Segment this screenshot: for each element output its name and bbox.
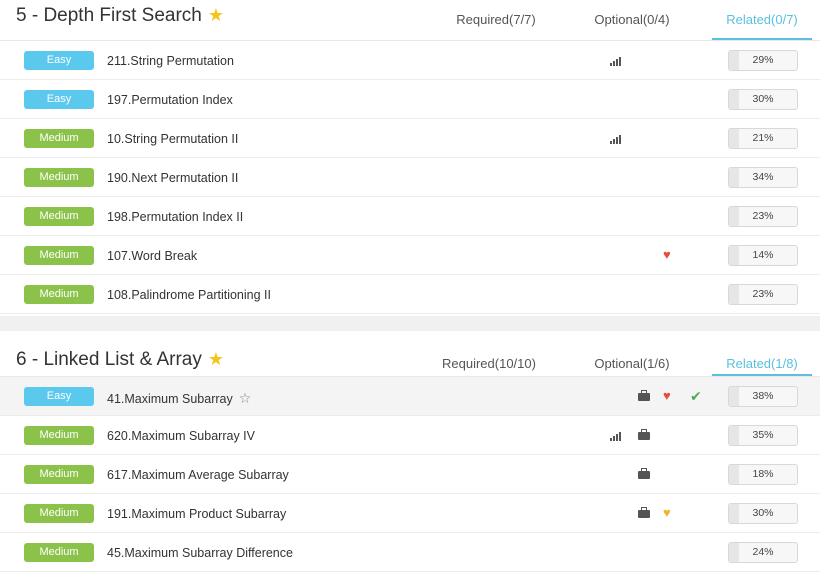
difficulty-badge: Medium <box>24 465 94 484</box>
pass-rate-bar: 34% <box>728 167 798 188</box>
pass-rate-bar: 29% <box>728 50 798 71</box>
pass-rate: 21% <box>752 132 774 144</box>
problem-name[interactable]: 108.Palindrome Partitioning II <box>107 288 271 302</box>
star-icon: ★ <box>207 349 225 369</box>
pass-rate-bar: 21% <box>728 128 798 149</box>
flame-icon: ♥ <box>663 247 671 262</box>
problem-name[interactable]: 191.Maximum Product Subarray <box>107 507 286 521</box>
section-linked-list-array: 6 - Linked List & Array ★ Required(10/10)… <box>0 331 820 579</box>
pass-rate-bar: 35% <box>728 425 798 446</box>
problem-name[interactable]: 10.String Permutation II <box>107 132 238 146</box>
difficulty-badge: Easy <box>24 51 94 70</box>
section-title-text: 6 - Linked List & Array <box>16 349 202 370</box>
pass-rate: 23% <box>752 288 774 300</box>
tab-optional[interactable]: Optional(1/6) <box>577 356 687 371</box>
problem-name-text[interactable]: 41.Maximum Subarray <box>107 392 233 406</box>
problem-row[interactable]: Easy 41.Maximum Subarray ☆ ♥ ✔ 38% <box>0 377 820 416</box>
signal-bars-icon <box>610 56 621 66</box>
difficulty-badge: Medium <box>24 426 94 445</box>
problem-row[interactable]: Medium 10.String Permutation II 21% <box>0 119 820 158</box>
signal-bars-icon <box>610 134 621 144</box>
problem-row[interactable]: Medium 617.Maximum Average Subarray 18% <box>0 455 820 494</box>
tab-required[interactable]: Required(7/7) <box>441 12 551 27</box>
problem-row[interactable]: Medium 190.Next Permutation II 34% <box>0 158 820 197</box>
briefcase-icon <box>638 468 650 479</box>
problem-row[interactable]: Medium 191.Maximum Product Subarray ♥ 30… <box>0 494 820 533</box>
tab-related[interactable]: Related(1/8) <box>707 356 817 371</box>
problem-name[interactable]: 190.Next Permutation II <box>107 171 238 185</box>
section-depth-first-search: 5 - Depth First Search ★ Required(7/7) Op… <box>0 0 820 316</box>
problem-row[interactable]: Medium 108.Palindrome Partitioning II 23… <box>0 275 820 314</box>
problem-row[interactable]: Easy 197.Permutation Index 30% <box>0 80 820 119</box>
pass-rate-bar: 23% <box>728 206 798 227</box>
difficulty-badge: Medium <box>24 246 94 265</box>
active-tab-indicator <box>712 38 812 40</box>
pass-rate: 38% <box>752 390 774 402</box>
difficulty-badge: Medium <box>24 285 94 304</box>
checkmark-icon: ✔ <box>690 388 702 404</box>
briefcase-icon <box>638 390 650 401</box>
problem-name[interactable]: 45.Maximum Subarray Difference <box>107 546 293 560</box>
pass-rate: 30% <box>752 93 774 105</box>
pass-rate: 14% <box>752 249 774 261</box>
pass-rate: 35% <box>752 429 774 441</box>
tab-related[interactable]: Related(0/7) <box>707 12 817 27</box>
problem-name[interactable]: 41.Maximum Subarray ☆ <box>107 390 251 407</box>
pass-rate-bar: 23% <box>728 284 798 305</box>
problem-name[interactable]: 211.String Permutation <box>107 54 234 68</box>
pass-rate: 18% <box>752 468 774 480</box>
tab-optional[interactable]: Optional(0/4) <box>577 12 687 27</box>
difficulty-badge: Easy <box>24 90 94 109</box>
difficulty-badge: Medium <box>24 168 94 187</box>
pass-rate-bar: 30% <box>728 503 798 524</box>
pass-rate: 24% <box>752 546 774 558</box>
pass-rate-bar: 30% <box>728 89 798 110</box>
problem-name[interactable]: 617.Maximum Average Subarray <box>107 468 289 482</box>
star-outline-icon[interactable]: ☆ <box>239 390 252 406</box>
section-title: 6 - Linked List & Array ★ <box>16 349 224 371</box>
flame-icon: ♥ <box>663 388 671 403</box>
difficulty-badge: Easy <box>24 387 94 406</box>
difficulty-badge: Medium <box>24 504 94 523</box>
difficulty-badge: Medium <box>24 543 94 562</box>
problem-name[interactable]: 198.Permutation Index II <box>107 210 243 224</box>
difficulty-badge: Medium <box>24 207 94 226</box>
active-tab-indicator <box>712 374 812 376</box>
problem-row[interactable]: Medium 45.Maximum Subarray Difference 24… <box>0 533 820 572</box>
section-title: 5 - Depth First Search ★ <box>16 5 224 27</box>
pass-rate-bar: 18% <box>728 464 798 485</box>
star-icon: ★ <box>207 5 224 25</box>
problem-name[interactable]: 197.Permutation Index <box>107 93 233 107</box>
problem-row[interactable]: Easy 211.String Permutation 29% <box>0 41 820 80</box>
section-header: 5 - Depth First Search ★ Required(7/7) Op… <box>0 0 820 41</box>
flame-icon: ♥ <box>663 505 671 520</box>
pass-rate-bar: 24% <box>728 542 798 563</box>
pass-rate: 23% <box>752 210 774 222</box>
pass-rate-bar: 14% <box>728 245 798 266</box>
pass-rate-bar: 38% <box>728 386 798 407</box>
pass-rate: 29% <box>752 54 774 66</box>
problem-row[interactable]: Medium 107.Word Break ♥ 14% <box>0 236 820 275</box>
pass-rate: 34% <box>752 171 774 183</box>
section-header: 6 - Linked List & Array ★ Required(10/10)… <box>0 331 820 377</box>
problem-row[interactable]: Medium 620.Maximum Subarray IV 35% <box>0 416 820 455</box>
signal-bars-icon <box>610 431 621 441</box>
tab-required[interactable]: Required(10/10) <box>434 356 544 371</box>
problem-name[interactable]: 107.Word Break <box>107 249 197 263</box>
problem-row[interactable]: Medium 198.Permutation Index II 23% <box>0 197 820 236</box>
difficulty-badge: Medium <box>24 129 94 148</box>
section-title-text: 5 - Depth First Search <box>16 5 202 26</box>
briefcase-icon <box>638 507 650 518</box>
problem-name[interactable]: 620.Maximum Subarray IV <box>107 429 255 443</box>
briefcase-icon <box>638 429 650 440</box>
pass-rate: 30% <box>752 507 774 519</box>
